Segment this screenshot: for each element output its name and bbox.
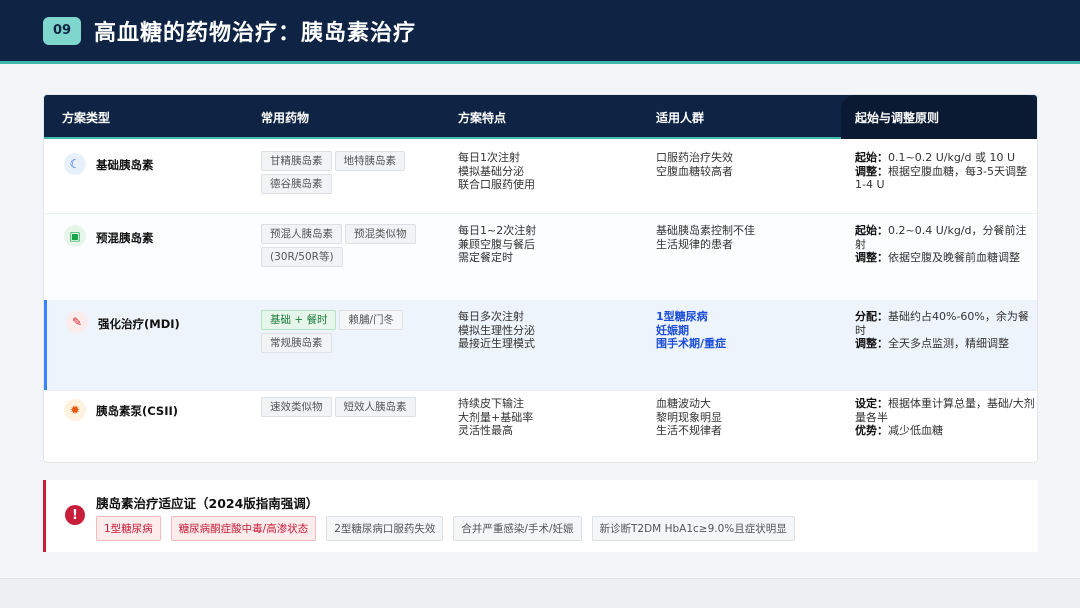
indication-tag: 合并严重感染/手术/妊娠	[453, 516, 582, 541]
population-line: 围手术期/重症	[656, 337, 727, 350]
feature-line: 每日1次注射	[458, 151, 520, 164]
page-title: 高血糖的药物治疗：胰岛素治疗	[94, 19, 417, 46]
drug-tags: 速效类似物 短效人胰岛素	[261, 397, 451, 417]
start-adjust-rule: 起始：0.1~0.2 U/kg/d 或 10 U 调整：根据空腹血糖，每3-5天…	[855, 151, 1035, 192]
population-line: 黎明现象明显	[656, 410, 722, 424]
start-adjust-rule: 起始：0.2~0.4 U/kg/d，分餐前注射 调整：依据空腹及晚餐前血糖调整	[855, 224, 1035, 265]
feature-line: 需定餐定时	[458, 251, 513, 264]
drug-tag: 地特胰岛素	[334, 151, 405, 171]
indication-tag: 糖尿病酮症酸中毒/高渗状态	[170, 516, 317, 541]
indication-tag: 新诊断T2DM HbA1c≥9.0%且症状明显	[591, 516, 795, 541]
column-header-rules: 起始与调整原则	[841, 95, 1037, 139]
population-line: 生活规律的患者	[656, 237, 733, 251]
target-population: 1型糖尿病 妊娠期 围手术期/重症	[656, 310, 726, 351]
population-line: 1型糖尿病	[656, 310, 708, 323]
rule-key: 调整：	[855, 337, 888, 350]
drug-tags: 甘精胰岛素 地特胰岛素 德谷胰岛素	[261, 151, 451, 194]
drug-tag: 甘精胰岛素	[261, 151, 332, 171]
drug-tag: 德谷胰岛素	[261, 174, 332, 194]
title-bar: 09 高血糖的药物治疗：胰岛素治疗	[0, 0, 1080, 64]
feature-line: 灵活性最高	[458, 424, 513, 437]
drug-tag: 速效类似物	[261, 397, 332, 417]
alert-icon: !	[65, 505, 85, 525]
regimen-name: 胰岛素泵(CSII)	[96, 404, 179, 418]
rule-key: 分配：	[855, 310, 888, 323]
table-row-pump: ✹ 胰岛素泵(CSII) 速效类似物 短效人胰岛素 持续皮下输注 大剂量+基础率…	[44, 391, 1037, 462]
rule-value: 全天多点监测，精细调整	[888, 337, 1009, 350]
population-line: 基础胰岛素控制不佳	[656, 224, 755, 237]
drug-tag: 赖脯/门冬	[339, 310, 404, 330]
vial-icon: ▣	[64, 225, 86, 247]
indications-title: 胰岛素治疗适应证（2024版指南强调）	[96, 496, 319, 511]
moon-icon: ☾	[64, 153, 86, 175]
rule-key: 调整：	[855, 251, 888, 264]
population-line: 口服药治疗失效	[656, 151, 733, 164]
regimen-name: 预混胰岛素	[96, 231, 154, 245]
population-line: 血糖波动大	[656, 397, 711, 410]
table-row-basal: ☾ 基础胰岛素 甘精胰岛素 地特胰岛素 德谷胰岛素 每日1次注射 模拟基础分泌 …	[44, 141, 1037, 213]
feature-line: 最接近生理模式	[458, 337, 535, 350]
rule-value: 依据空腹及晚餐前血糖调整	[888, 251, 1020, 264]
drug-tag: 短效人胰岛素	[334, 397, 416, 417]
rule-key: 优势：	[855, 424, 888, 437]
target-population: 血糖波动大 黎明现象明显 生活不规律者	[656, 397, 722, 438]
table-header: 方案类型 常用药物 方案特点 适用人群 起始与调整原则	[44, 95, 1037, 139]
insulin-regimen-table: 方案类型 常用药物 方案特点 适用人群 起始与调整原则 ☾ 基础胰岛素 甘精胰岛…	[43, 94, 1038, 463]
population-line: 空腹血糖较高者	[656, 164, 733, 178]
target-population: 基础胰岛素控制不佳 生活规律的患者	[656, 224, 755, 251]
feature-line: 持续皮下输注	[458, 397, 524, 410]
rule-key: 起始：	[855, 151, 888, 164]
rule-key: 调整：	[855, 164, 888, 178]
gear-icon: ✹	[64, 399, 86, 421]
rule-key: 起始：	[855, 224, 888, 237]
footer-band	[0, 578, 1080, 608]
indications-panel: ! 胰岛素治疗适应证（2024版指南强调） 1型糖尿病 糖尿病酮症酸中毒/高渗状…	[43, 480, 1038, 552]
drug-tag: 常规胰岛素	[261, 333, 332, 353]
regimen-features: 每日1~2次注射 兼顾空腹与餐后 需定餐定时	[458, 224, 536, 265]
rule-value: 0.1~0.2 U/kg/d 或 10 U	[888, 151, 1016, 164]
regimen-name: 基础胰岛素	[96, 158, 154, 172]
table-row-premixed: ▣ 预混胰岛素 预混人胰岛素 预混类似物 (30R/50R等) 每日1~2次注射…	[44, 214, 1037, 300]
start-adjust-rule: 设定：根据体重计算总量，基础/大剂量各半 优势：减少低血糖	[855, 397, 1035, 438]
feature-line: 兼顾空腹与餐后	[458, 237, 535, 251]
feature-line: 每日多次注射	[458, 310, 524, 323]
column-header-drugs: 常用药物	[261, 110, 310, 125]
target-population: 口服药治疗失效 空腹血糖较高者	[656, 151, 733, 178]
start-adjust-rule: 分配：基础约占40%-60%，余为餐时 调整：全天多点监测，精细调整	[855, 310, 1035, 351]
column-header-type: 方案类型	[62, 110, 111, 125]
feature-line: 模拟基础分泌	[458, 164, 524, 178]
feature-line: 每日1~2次注射	[458, 224, 537, 237]
drug-tag: 基础 + 餐时	[261, 310, 337, 330]
regimen-features: 每日1次注射 模拟基础分泌 联合口服药使用	[458, 151, 535, 192]
drug-tags: 基础 + 餐时 赖脯/门冬 常规胰岛素	[261, 310, 451, 353]
population-line: 生活不规律者	[656, 424, 722, 437]
rule-value: 减少低血糖	[888, 424, 943, 437]
drug-tag: 预混类似物	[345, 224, 416, 244]
regimen-features: 持续皮下输注 大剂量+基础率 灵活性最高	[458, 397, 533, 438]
regimen-name: 强化治疗(MDI)	[98, 317, 180, 331]
column-header-features: 方案特点	[458, 110, 507, 125]
regimen-features: 每日多次注射 模拟生理性分泌 最接近生理模式	[458, 310, 535, 351]
feature-line: 大剂量+基础率	[458, 410, 534, 424]
indication-tag: 2型糖尿病口服药失效	[326, 516, 444, 541]
column-header-population: 适用人群	[656, 110, 705, 125]
syringe-icon: ✎	[66, 311, 88, 333]
population-line: 妊娠期	[656, 323, 689, 337]
rule-key: 设定：	[855, 397, 888, 410]
indication-tag: 1型糖尿病	[96, 516, 161, 541]
indication-tags: 1型糖尿病 糖尿病酮症酸中毒/高渗状态 2型糖尿病口服药失效 合并严重感染/手术…	[96, 516, 795, 541]
table-row-intensive: ✎ 强化治疗(MDI) 基础 + 餐时 赖脯/门冬 常规胰岛素 每日多次注射 模…	[44, 300, 1037, 390]
feature-line: 联合口服药使用	[458, 178, 535, 191]
section-number-badge: 09	[43, 16, 81, 45]
drug-tag: 预混人胰岛素	[261, 224, 342, 244]
drug-tag: (30R/50R等)	[261, 247, 343, 267]
feature-line: 模拟生理性分泌	[458, 323, 535, 337]
drug-tags: 预混人胰岛素 预混类似物 (30R/50R等)	[261, 224, 451, 267]
